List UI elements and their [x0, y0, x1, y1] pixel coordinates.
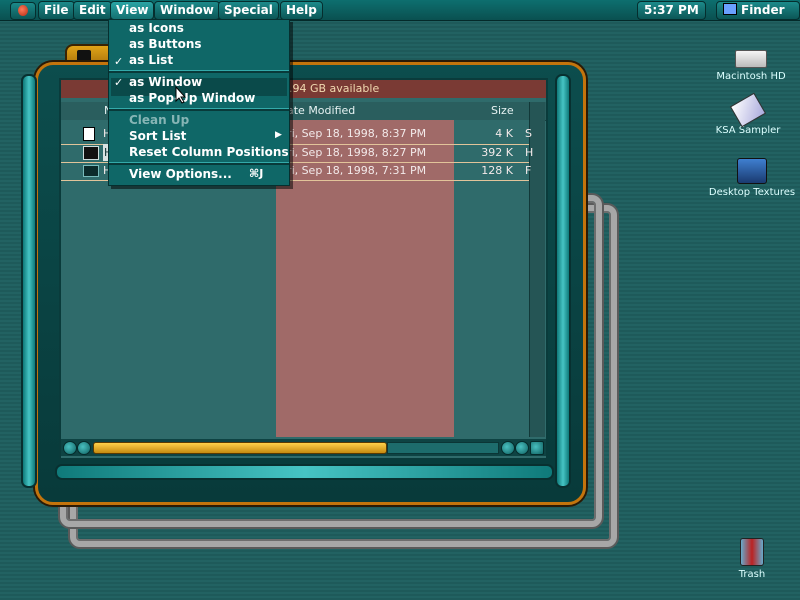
desktop-icon-trash[interactable]: Trash — [707, 538, 797, 580]
application-icon — [83, 165, 99, 177]
shortcut-label: ⌘J — [249, 167, 264, 180]
desktop-icon-label: Macintosh HD — [716, 71, 786, 82]
menu-item-clean-up: Clean Up — [129, 113, 190, 127]
menu-file[interactable]: File — [38, 1, 75, 20]
menu-special[interactable]: Special — [218, 1, 279, 20]
clock[interactable]: 5:37 PM — [637, 1, 706, 20]
desktop-icon-label: Desktop Textures — [708, 187, 796, 198]
menu-item-as-popup-window[interactable]: as Pop-Up Window — [129, 90, 255, 106]
desktop-icon-ksa-sampler[interactable]: KSA Sampler — [703, 92, 793, 136]
scroll-left-button[interactable] — [63, 441, 77, 455]
finder-icon — [723, 3, 737, 15]
menu-item-as-icons[interactable]: as Icons — [129, 20, 184, 36]
desktop-icon-macintosh-hd[interactable]: Macintosh HD — [706, 44, 796, 82]
menu-help[interactable]: Help — [280, 1, 323, 20]
scroll-right-button[interactable] — [501, 441, 515, 455]
scroll-left-button-2[interactable] — [77, 441, 91, 455]
bottom-rail — [55, 464, 554, 480]
file-size: 4 K — [495, 127, 513, 140]
trash-icon — [740, 538, 764, 566]
right-rail — [555, 74, 571, 488]
menu-item-view-options[interactable]: View Options... — [129, 166, 232, 182]
horizontal-scrollbar[interactable] — [61, 439, 546, 456]
menu-item-sort-list[interactable]: Sort List — [129, 128, 186, 144]
menu-window[interactable]: Window — [154, 1, 220, 20]
scroll-track[interactable] — [387, 442, 499, 454]
menu-separator — [109, 162, 289, 165]
scroll-right-button-2[interactable] — [515, 441, 529, 455]
file-date: ri, Sep 18, 1998, 8:27 PM — [287, 146, 427, 159]
column-size[interactable]: Size — [491, 102, 514, 120]
left-rail — [21, 74, 37, 488]
menu-edit[interactable]: Edit — [73, 1, 112, 20]
file-date: ri, Sep 18, 1998, 7:31 PM — [287, 164, 427, 177]
column-date-modified[interactable]: ate Modified — [287, 102, 355, 120]
file-size: 392 K — [481, 146, 513, 159]
menu-separator — [109, 108, 289, 111]
textures-icon — [737, 158, 767, 184]
application-menu[interactable]: Finder — [716, 1, 800, 20]
desktop-icon-label: Trash — [738, 569, 766, 580]
file-date: ri, Sep 18, 1998, 8:37 PM — [287, 127, 427, 140]
submenu-arrow-icon: ▶ — [275, 130, 282, 140]
sampler-icon — [729, 92, 767, 128]
menu-item-as-list[interactable]: as List — [129, 52, 173, 68]
document-icon — [83, 127, 95, 141]
hard-disk-icon — [735, 50, 767, 68]
file-kind: S — [525, 127, 532, 140]
menu-bar: File Edit View Window Special Help 5:37 … — [0, 0, 800, 21]
desktop-icon-desktop-textures[interactable]: Desktop Textures — [707, 158, 797, 198]
menu-item-as-buttons[interactable]: as Buttons — [129, 36, 202, 52]
desktop-icon-label: KSA Sampler — [715, 125, 781, 136]
mouse-cursor-icon — [175, 86, 187, 104]
view-menu-dropdown: ✓ as Icons as Buttons as List ✓ as Windo… — [108, 19, 290, 186]
available-space: .94 GB available — [289, 82, 380, 95]
apple-menu-icon[interactable] — [10, 2, 36, 20]
checkmark-icon: ✓ — [114, 76, 124, 89]
file-kind: H — [525, 146, 534, 159]
file-size: 128 K — [481, 164, 513, 177]
menu-separator — [109, 70, 289, 73]
menu-view[interactable]: View — [110, 1, 155, 20]
folder-icon — [77, 50, 91, 62]
application-menu-label: Finder — [741, 3, 785, 17]
clock-text: 5:37 PM — [644, 3, 699, 17]
folder-icon — [83, 146, 99, 160]
menu-item-as-window[interactable]: as Window — [129, 74, 202, 90]
resize-handle[interactable] — [530, 441, 544, 455]
scroll-thumb[interactable] — [93, 442, 387, 454]
menu-item-reset-column-positions[interactable]: Reset Column Positions — [129, 144, 289, 160]
checkmark-icon: ✓ — [114, 55, 124, 68]
file-kind: F — [525, 164, 532, 177]
